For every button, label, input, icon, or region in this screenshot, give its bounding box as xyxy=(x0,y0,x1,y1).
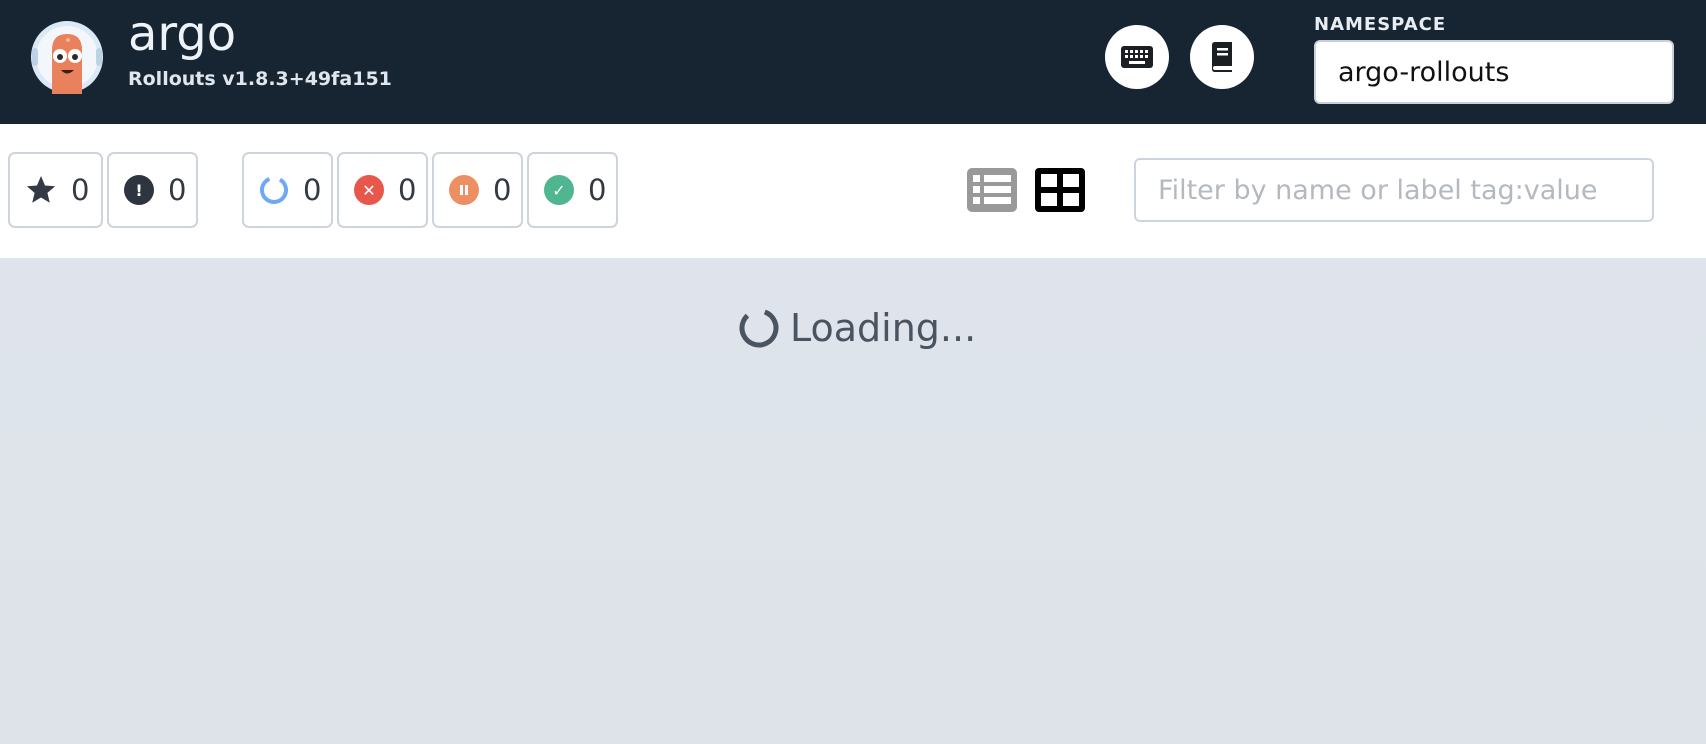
list-view-button[interactable] xyxy=(967,168,1017,212)
paused-count: 0 xyxy=(493,173,512,207)
keyboard-shortcuts-button[interactable] xyxy=(1105,25,1169,89)
spinner-icon xyxy=(739,308,779,348)
top-header: argo Rollouts v1.8.3+49fa151 NAMESPACE xyxy=(0,0,1706,124)
star-icon xyxy=(26,176,56,203)
filter-toolbar: 0 ! 0 0 ✕ 0 0 ✓ 0 xyxy=(0,124,1706,258)
keyboard-icon xyxy=(1121,46,1153,68)
loading-indicator: Loading... xyxy=(738,306,976,350)
list-view-icon xyxy=(967,168,1017,212)
grid-view-button[interactable] xyxy=(1035,168,1085,212)
version-label: Rollouts v1.8.3+49fa151 xyxy=(128,68,392,90)
favorites-count: 0 xyxy=(71,173,90,207)
book-icon xyxy=(1212,42,1232,72)
main-content: Loading... xyxy=(0,258,1706,744)
grid-view-icon xyxy=(1035,168,1085,212)
progressing-filter-button[interactable]: 0 xyxy=(242,152,333,228)
needs-attention-count: 0 xyxy=(168,173,187,207)
brand-name: argo xyxy=(128,6,237,62)
loading-text: Loading... xyxy=(790,306,977,350)
favorites-filter-button[interactable]: 0 xyxy=(8,152,103,228)
namespace-input[interactable] xyxy=(1314,40,1674,104)
filter-search-input[interactable] xyxy=(1134,158,1654,222)
progressing-icon xyxy=(260,176,288,204)
namespace-label: NAMESPACE xyxy=(1314,14,1447,35)
healthy-count: 0 xyxy=(588,173,607,207)
documentation-button[interactable] xyxy=(1190,25,1254,89)
paused-icon xyxy=(449,175,479,205)
progressing-count: 0 xyxy=(303,173,322,207)
healthy-filter-button[interactable]: ✓ 0 xyxy=(527,152,618,228)
healthy-icon: ✓ xyxy=(544,175,574,205)
degraded-filter-button[interactable]: ✕ 0 xyxy=(337,152,428,228)
paused-filter-button[interactable]: 0 xyxy=(432,152,523,228)
degraded-icon: ✕ xyxy=(354,175,384,205)
degraded-count: 0 xyxy=(398,173,417,207)
argo-logo-icon[interactable] xyxy=(30,20,104,94)
alert-icon: ! xyxy=(124,175,154,205)
needs-attention-filter-button[interactable]: ! 0 xyxy=(107,152,198,228)
